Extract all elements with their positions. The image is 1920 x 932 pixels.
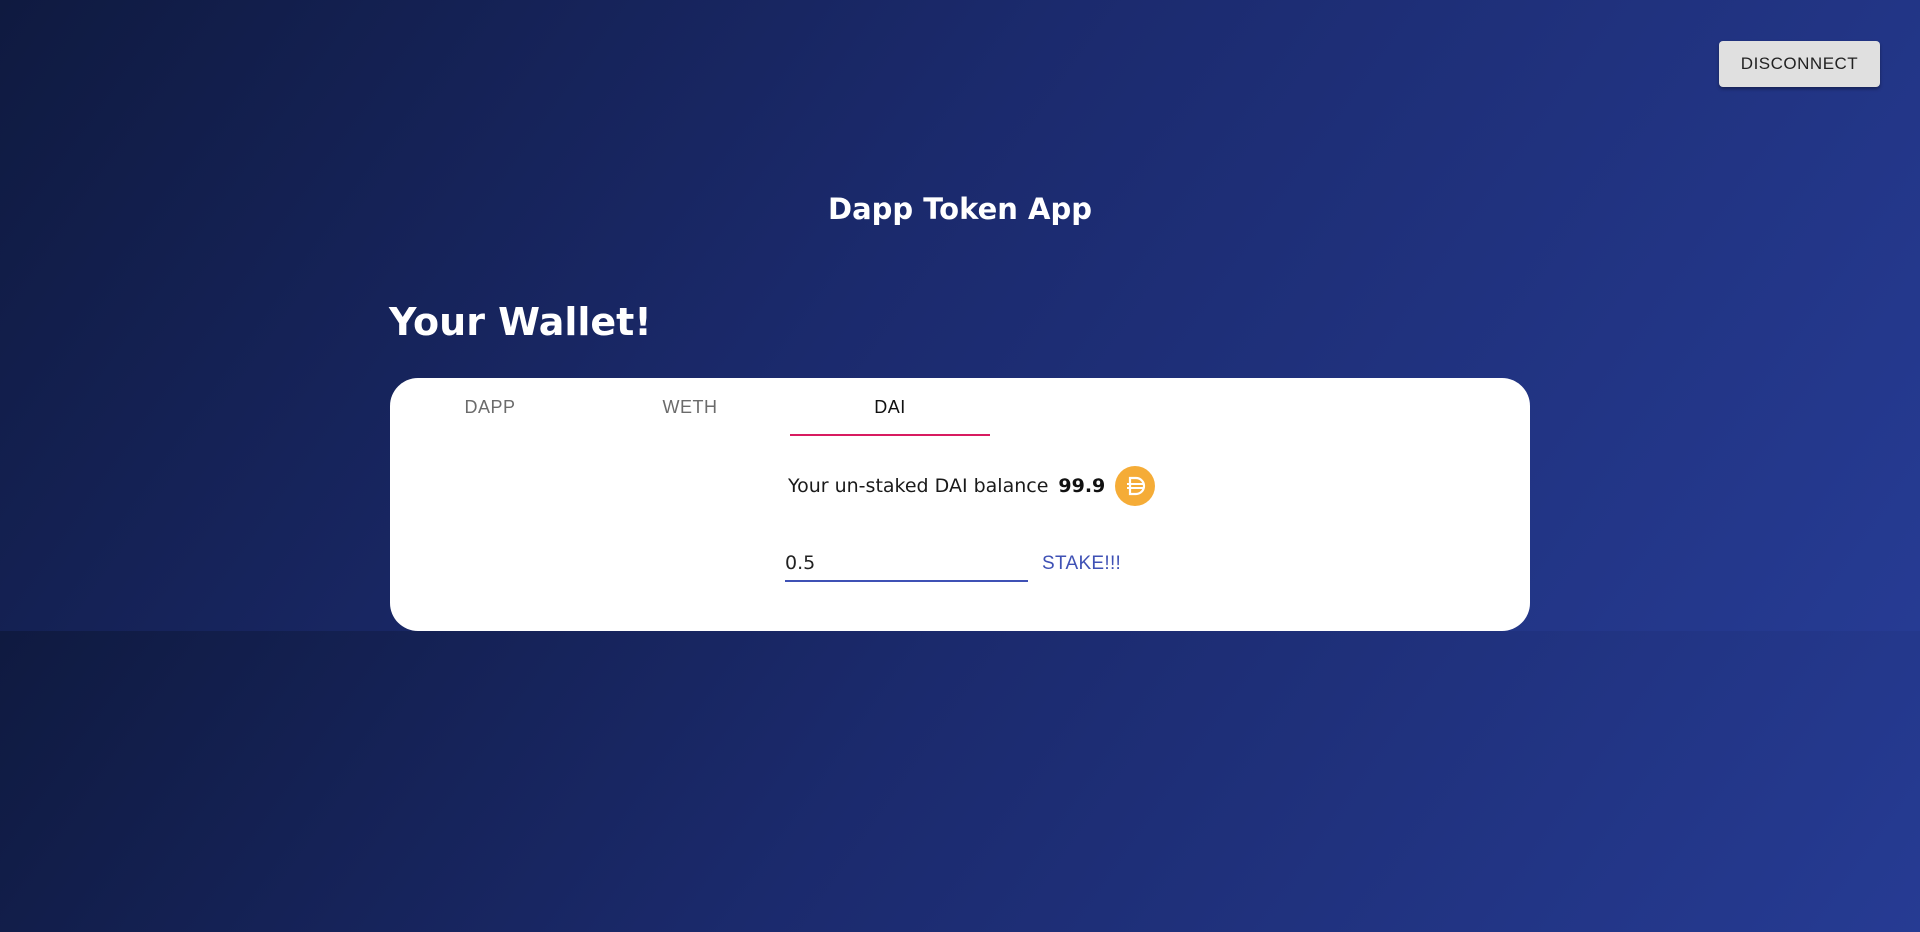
app-title: Dapp Token App — [828, 192, 1092, 226]
tab-dapp[interactable]: DAPP — [390, 378, 590, 436]
token-tabs: DAPP WETH DAI — [390, 378, 1530, 438]
active-tab-indicator — [790, 434, 990, 436]
balance-value: 99.9 — [1058, 475, 1106, 497]
page-background-lower — [0, 631, 1920, 932]
stake-row: STAKE!!! — [785, 546, 1123, 582]
disconnect-button[interactable]: DISCONNECT — [1719, 41, 1880, 87]
balance-label: Your un-staked DAI balance — [788, 475, 1049, 497]
wallet-heading: Your Wallet! — [389, 300, 652, 344]
tab-dai[interactable]: DAI — [790, 378, 990, 436]
dai-icon — [1115, 466, 1156, 506]
tab-weth[interactable]: WETH — [590, 378, 790, 436]
stake-amount-input[interactable] — [785, 546, 1028, 582]
balance-row: Your un-staked DAI balance 99.9 — [788, 465, 1156, 507]
stake-button[interactable]: STAKE!!! — [1040, 546, 1123, 582]
wallet-card: DAPP WETH DAI Your un-staked DAI balance… — [390, 378, 1530, 631]
